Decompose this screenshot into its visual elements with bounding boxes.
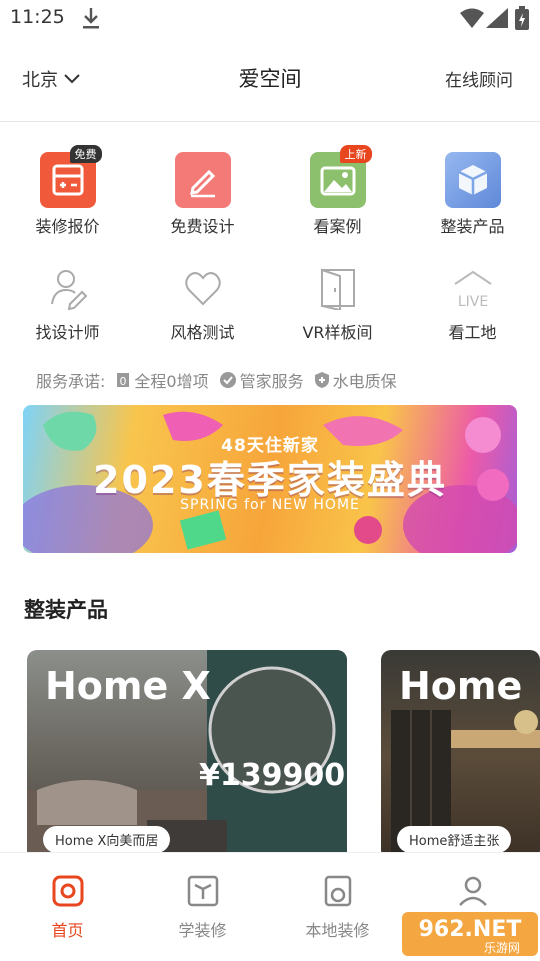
- designer-icon: [50, 270, 87, 311]
- promise-label: 服务承诺:: [36, 372, 106, 391]
- watermark-text: 962.NET: [419, 917, 522, 942]
- tab-learn[interactable]: 学装修: [135, 873, 270, 941]
- grid-item-find-designer[interactable]: 找设计师: [0, 266, 135, 343]
- watermark-subtext: 乐游网: [484, 941, 520, 955]
- vr-door-icon: [320, 268, 355, 312]
- promise-item: 管家服务: [219, 368, 304, 392]
- design-pen-icon: [174, 152, 231, 208]
- app-header: 北京 爱空间 在线顾问: [0, 52, 540, 108]
- banner-title: 2023春季家装盛典: [93, 458, 447, 502]
- check-circle-icon: [219, 372, 236, 388]
- grid-item-quote[interactable]: 免费 装修报价: [0, 145, 135, 237]
- status-bar: 11:25: [0, 0, 540, 36]
- local-decoration-icon: [324, 875, 351, 907]
- grid-item-label: VR样板间: [302, 323, 373, 342]
- new-badge: 上新: [339, 145, 372, 163]
- grid-item-cases[interactable]: 上新 看案例: [270, 145, 405, 237]
- grid-item-style-test[interactable]: 风格测试: [135, 266, 270, 343]
- battery-icon: [515, 6, 529, 30]
- product-tag: Home X向美而居: [43, 826, 171, 853]
- tab-home[interactable]: 首页: [0, 873, 135, 941]
- grid-item-label: 免费设计: [170, 217, 235, 236]
- case-photo-icon: 上新: [309, 145, 372, 208]
- nav-label: 学装修: [178, 921, 227, 940]
- product-card[interactable]: Home Home舒适主张: [381, 650, 540, 860]
- quote-calculator-icon: 免费: [39, 145, 102, 208]
- zero-addition-icon: 0: [117, 373, 130, 388]
- free-badge: 免费: [69, 145, 102, 163]
- grid-item-label: 看工地: [448, 323, 497, 342]
- grid-item-label: 风格测试: [170, 323, 235, 342]
- grid-item-label: 看案例: [313, 217, 362, 236]
- svg-text:LIVE: LIVE: [457, 294, 487, 310]
- nav-label: 本地装修: [305, 921, 370, 940]
- watermark-logo: 962.NET 乐游网: [402, 912, 538, 956]
- product-title: Home X: [45, 664, 211, 708]
- grid-item-construction-site[interactable]: LIVE 看工地: [405, 266, 540, 343]
- wifi-icon: [460, 8, 484, 28]
- online-consultant-button[interactable]: 在线顾问: [445, 66, 513, 91]
- product-tag: Home舒适主张: [397, 826, 512, 853]
- grid-item-label: 整装产品: [440, 217, 505, 236]
- shield-icon: [314, 372, 329, 388]
- tab-local-decoration[interactable]: 本地装修: [270, 873, 405, 941]
- download-icon: [83, 8, 99, 29]
- nav-label: 首页: [51, 921, 84, 940]
- tab-profile[interactable]: [405, 873, 540, 917]
- home-icon: [52, 875, 83, 907]
- svg-text:0: 0: [120, 375, 127, 388]
- signal-icon: [486, 8, 508, 28]
- profile-icon: [458, 876, 487, 906]
- service-promise: 服务承诺: 0 全程0增项 管家服务 水电质保: [36, 368, 397, 392]
- heart-icon: [184, 272, 221, 306]
- grid-item-free-design[interactable]: 免费设计: [135, 152, 270, 237]
- section-title: 整装产品: [24, 598, 108, 622]
- promise-item: 水电质保: [314, 368, 397, 392]
- grid-item-products[interactable]: 整装产品: [405, 152, 540, 237]
- status-time: 11:25: [10, 6, 65, 28]
- banner-english: SPRING for NEW HOME: [180, 497, 360, 513]
- promo-banner[interactable]: 48天住新家 2023春季家装盛典 SPRING for NEW HOME: [23, 405, 517, 553]
- grid-item-label: 找设计师: [35, 323, 100, 342]
- product-title: Home: [399, 664, 523, 708]
- product-box-icon: [444, 152, 501, 208]
- product-price: ¥139900: [199, 758, 346, 793]
- grid-item-label: 装修报价: [35, 217, 100, 236]
- product-card[interactable]: Home X ¥139900 Home X向美而居: [27, 650, 347, 860]
- header-divider: [0, 121, 540, 122]
- grid-item-vr-room[interactable]: VR样板间: [270, 266, 405, 343]
- book-icon: [187, 875, 218, 907]
- promise-item: 0 全程0增项: [115, 368, 209, 392]
- live-site-icon: LIVE: [453, 270, 492, 310]
